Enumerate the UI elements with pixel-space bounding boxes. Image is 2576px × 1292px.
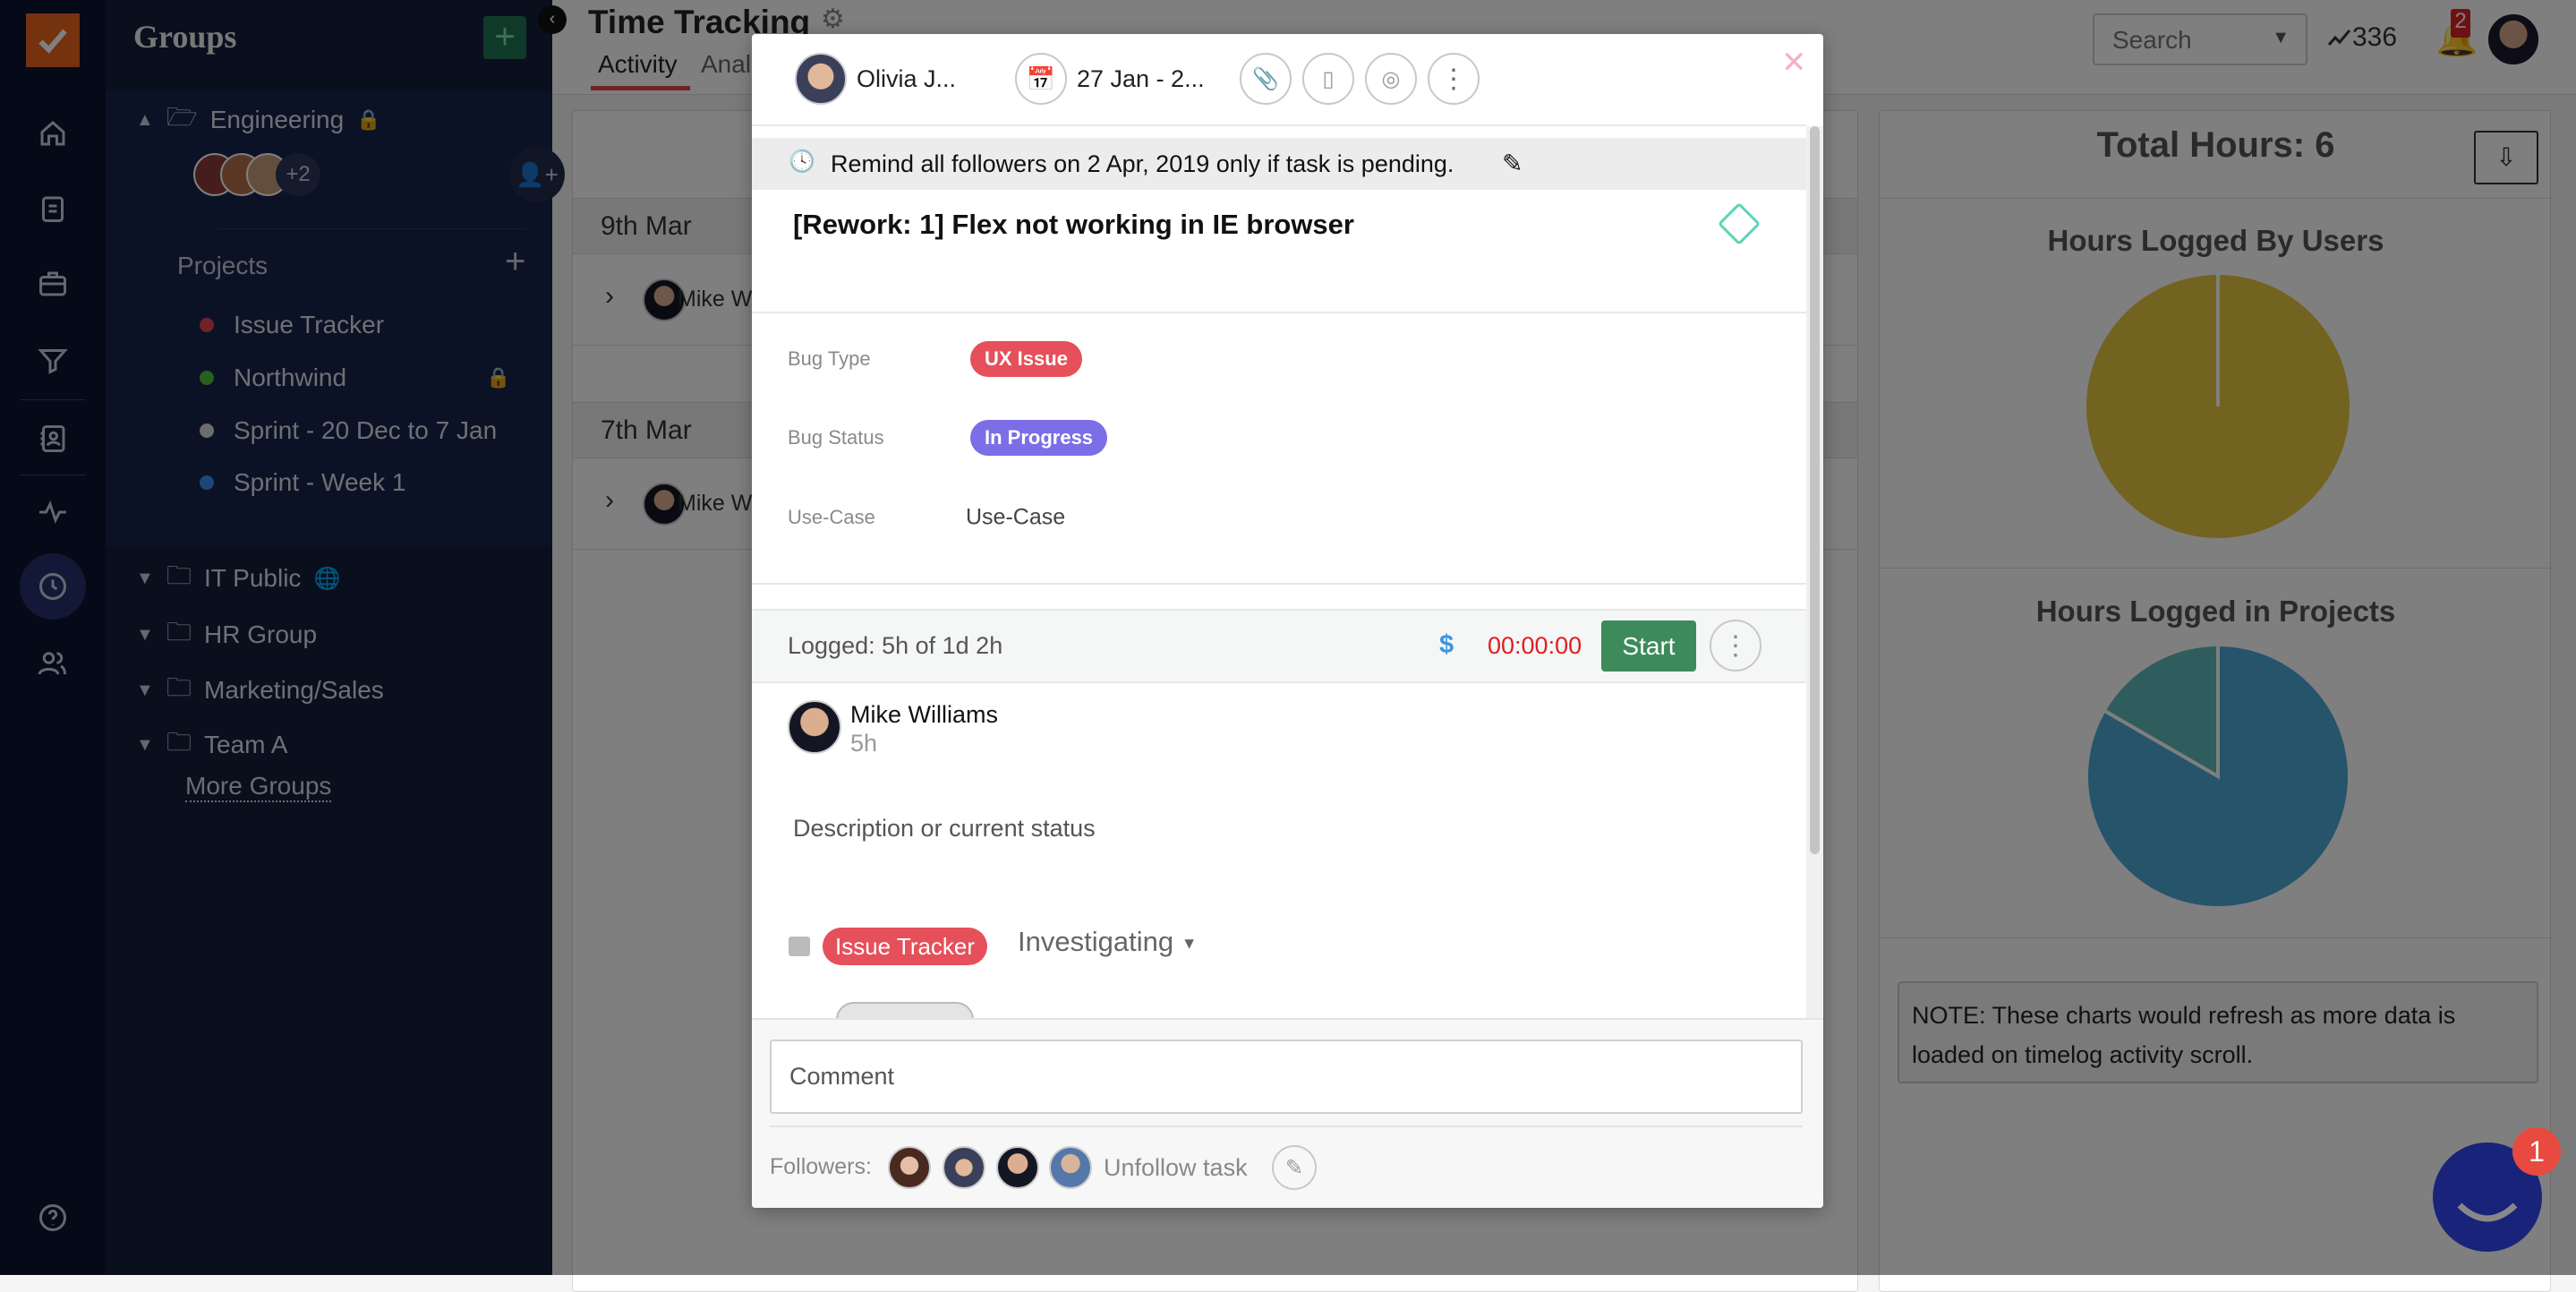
bug-type-pill[interactable]: UX Issue [970, 341, 1082, 377]
follower-avatar[interactable] [1049, 1146, 1092, 1189]
timer: 00:00:00 [1488, 632, 1582, 659]
divider [770, 1125, 1803, 1127]
log-hours: 5h [850, 730, 878, 757]
use-case-value[interactable]: Use-Case [966, 505, 1065, 531]
project-pill[interactable]: Issue Tracker [823, 928, 988, 965]
logged-summary: Logged: 5h of 1d 2h [788, 632, 1003, 659]
close-icon[interactable]: ✕ [1781, 45, 1807, 81]
calendar-icon[interactable]: 📅 [1015, 53, 1067, 105]
inbox-icon [789, 937, 810, 956]
task-title[interactable]: [Rework: 1] Flex not working in IE brows… [793, 209, 1354, 241]
log-user-avatar [788, 700, 841, 754]
follower-avatar[interactable] [888, 1146, 931, 1189]
caret-down-icon: ▼ [1181, 934, 1198, 953]
more-options-icon[interactable]: ⋮ [1428, 53, 1480, 105]
follower-avatar[interactable] [943, 1146, 985, 1189]
unfollow-task-link[interactable]: Unfollow task [1104, 1154, 1248, 1182]
clock-icon: 🕓 [789, 150, 815, 174]
bug-type-label: Bug Type [788, 347, 871, 370]
billable-icon[interactable]: $ [1439, 630, 1454, 660]
task-modal: Olivia J... 📅 27 Jan - 2... 📎 ▯ ◎ ⋮ ✕ 🕓 … [752, 34, 1823, 1208]
assignee-avatar[interactable] [795, 53, 847, 105]
edit-reminder-icon[interactable]: ✎ [1502, 149, 1523, 178]
assignee-name[interactable]: Olivia J... [857, 65, 956, 93]
mobile-icon[interactable]: ▯ [1302, 53, 1354, 105]
status-dropdown[interactable]: Investigating ▼ [1018, 926, 1198, 958]
description-input[interactable]: Description or current status [793, 815, 1096, 843]
scrollbar[interactable] [1806, 126, 1823, 1018]
time-log-bar: Logged: 5h of 1d 2h $ 00:00:00 Start ⋮ [752, 609, 1806, 683]
attachment-icon[interactable]: 📎 [1240, 53, 1292, 105]
edit-followers-icon[interactable]: ✎ [1272, 1145, 1317, 1190]
log-more-icon[interactable]: ⋮ [1710, 620, 1761, 672]
reminder-bar: 🕓 Remind all followers on 2 Apr, 2019 on… [752, 138, 1806, 190]
tag-pill[interactable] [836, 1002, 974, 1018]
log-user-name: Mike Williams [850, 701, 998, 728]
divider [752, 583, 1806, 585]
progress-icon[interactable]: ◎ [1365, 53, 1417, 105]
date-range[interactable]: 27 Jan - 2... [1077, 65, 1205, 93]
followers-label: Followers: [770, 1154, 872, 1179]
scrollbar-thumb[interactable] [1810, 126, 1820, 854]
comment-input[interactable]: Comment [770, 1040, 1803, 1114]
priority-diamond-icon[interactable] [1717, 201, 1761, 246]
use-case-label: Use-Case [788, 506, 875, 528]
start-timer-button[interactable]: Start [1601, 620, 1696, 672]
divider [752, 312, 1806, 313]
status-value: Investigating [1018, 926, 1174, 957]
reminder-text: Remind all followers on 2 Apr, 2019 only… [831, 150, 1454, 177]
modal-footer: Comment Followers: Unfollow task ✎ [752, 1018, 1823, 1208]
bug-status-label: Bug Status [788, 426, 884, 449]
chat-badge: 1 [2512, 1127, 2561, 1176]
scroll-content[interactable]: 🕓 Remind all followers on 2 Apr, 2019 on… [752, 126, 1806, 1018]
bug-status-pill[interactable]: In Progress [970, 420, 1108, 456]
follower-avatar[interactable] [996, 1146, 1039, 1189]
